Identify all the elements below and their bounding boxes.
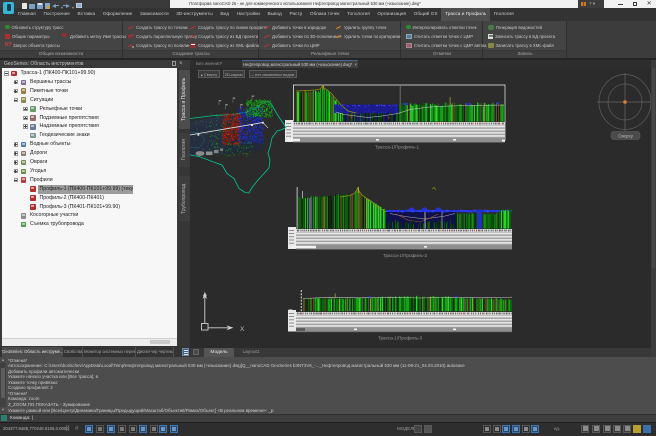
svg-text:Трасса-1/Профиль-2: Трасса-1/Профиль-2 (383, 253, 428, 258)
svg-text:Трасса-1/Профиль-3: Трасса-1/Профиль-3 (378, 335, 423, 340)
svg-text:Трасса-1/Профиль-1: Трасса-1/Профиль-1 (375, 144, 420, 149)
svg-text:X: X (240, 326, 245, 333)
svg-text:Сверху: Сверху (618, 133, 634, 138)
